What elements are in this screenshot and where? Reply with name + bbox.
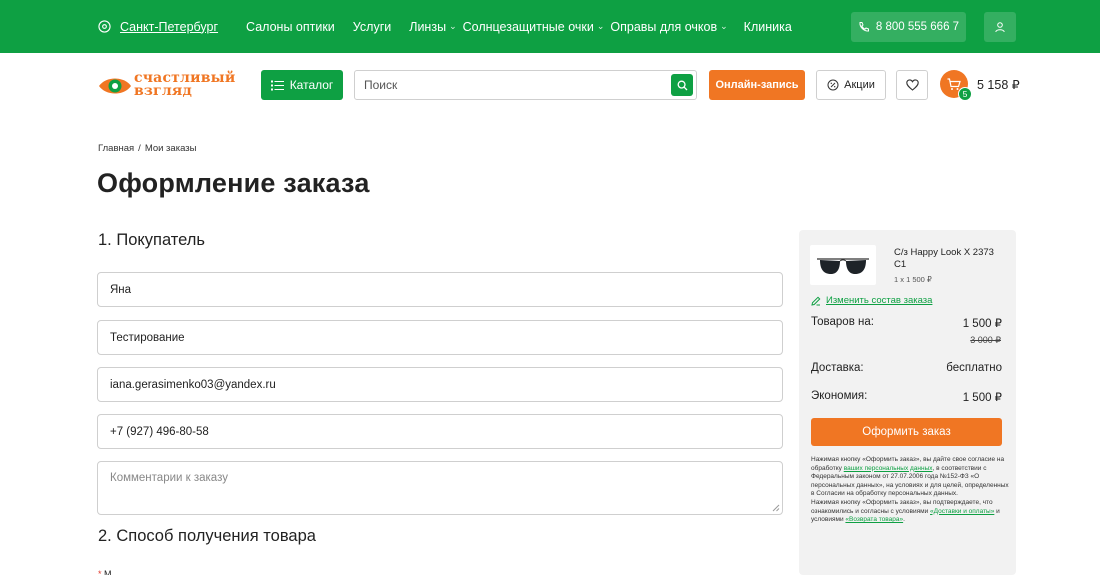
cart-total[interactable]: 5 158 ₽	[977, 77, 1020, 92]
nav-label: Услуги	[352, 19, 392, 34]
delivery-payment-link[interactable]: «Доставки и оплаты»	[930, 508, 994, 515]
place-order-button[interactable]: Оформить заказ	[811, 418, 1002, 446]
nav-item-salons[interactable]: Салоны оптики	[246, 20, 335, 34]
search-button[interactable]	[671, 74, 693, 96]
chevron-down-icon: ⌄	[449, 21, 457, 31]
online-booking-button[interactable]: Онлайн-запись	[709, 70, 805, 100]
search-icon	[677, 80, 687, 90]
order-summary-card: С/з Happy Look X 2373 C1 1 x 1 500 ₽ Изм…	[799, 230, 1016, 575]
promotions-button[interactable]: Акции	[816, 70, 886, 100]
nav-item-lenses[interactable]: Линзы ⌄	[409, 20, 456, 34]
resize-handle-icon[interactable]	[772, 504, 780, 512]
personal-data-link[interactable]: ваших персональных данных	[844, 465, 933, 472]
page-title: Оформление заказа	[97, 168, 370, 198]
last-name-input[interactable]	[110, 321, 770, 354]
promotions-label: Акции	[844, 79, 875, 91]
phone-number: 8 800 555 666 7	[875, 21, 960, 33]
email-input[interactable]	[110, 368, 770, 401]
logo-text-2: взгляд	[134, 83, 192, 99]
goods-label: Товаров на:	[811, 316, 874, 328]
required-marker: *	[98, 569, 102, 575]
nav-item-services[interactable]: Услуги	[353, 20, 391, 34]
goods-value: 1 500 ₽	[962, 318, 1002, 330]
breadcrumb-home[interactable]: Главная	[98, 143, 134, 154]
chevron-down-icon: ⌄	[596, 21, 605, 31]
city-name[interactable]: Санкт-Петербург	[120, 20, 218, 34]
product-thumbnail[interactable]	[810, 245, 876, 285]
last-name-field	[97, 320, 783, 355]
first-name-field	[97, 272, 783, 307]
delivery-label: Доставка:	[811, 362, 864, 374]
goods-old-price: 3 000 ₽	[970, 335, 1001, 345]
edit-order-label: Изменить состав заказа	[826, 295, 933, 306]
nav-label: Линзы	[409, 19, 447, 34]
logo[interactable]: счастливый взгляд	[98, 70, 244, 100]
savings-label: Экономия:	[811, 390, 868, 402]
legal-notice: Нажимая кнопку «Оформить заказ», вы дайт…	[811, 456, 1009, 525]
pencil-icon	[811, 296, 821, 306]
breadcrumb-current[interactable]: Мои заказы	[145, 143, 197, 154]
catalog-button[interactable]: Каталог	[261, 70, 343, 100]
account-button[interactable]	[984, 12, 1016, 42]
product-name[interactable]: С/з Happy Look X 2373 C1	[894, 247, 1004, 270]
nav-item-clinic[interactable]: Клиника	[744, 20, 792, 34]
comment-field	[97, 461, 783, 515]
product-qty-price: 1 x 1 500 ₽	[894, 275, 932, 284]
main-nav: Салоны оптики Услуги Линзы ⌄ Солнцезащитн…	[246, 20, 810, 34]
sunglasses-image	[817, 258, 869, 274]
buyer-heading: 1. Покупатель	[98, 231, 206, 249]
delivery-option-label: М	[104, 569, 112, 575]
nav-item-sunglasses[interactable]: Солнцезащитные очки ⌄	[463, 20, 605, 34]
search-input[interactable]	[364, 71, 664, 99]
phone-input[interactable]	[110, 415, 770, 448]
heart-icon	[905, 79, 919, 91]
phone-button[interactable]: 8 800 555 666 7	[851, 12, 966, 42]
phone-icon	[859, 22, 869, 32]
nav-item-frames[interactable]: Оправы для очков ⌄	[610, 20, 727, 34]
cart-button[interactable]: 5	[940, 70, 972, 101]
phone-field	[97, 414, 783, 449]
cart-count-badge: 5	[958, 87, 972, 101]
breadcrumb: Главная / Мои заказы	[98, 143, 196, 154]
nav-label: Салоны оптики	[246, 19, 335, 34]
edit-order-link[interactable]: Изменить состав заказа	[811, 295, 932, 306]
delivery-value: бесплатно	[946, 362, 1002, 374]
legal-text: .	[903, 516, 905, 524]
favorites-button[interactable]	[896, 70, 928, 100]
delivery-heading: 2. Способ получения товара	[98, 527, 316, 545]
nav-label: Клиника	[743, 19, 792, 34]
first-name-input[interactable]	[110, 273, 770, 306]
breadcrumb-separator: /	[138, 143, 141, 154]
delivery-first-option: * М	[98, 569, 112, 575]
savings-value: 1 500 ₽	[962, 392, 1002, 404]
comment-textarea[interactable]	[110, 472, 770, 512]
user-icon	[995, 22, 1005, 33]
returns-link[interactable]: «Возврата товара»	[845, 516, 903, 523]
search-box	[354, 70, 697, 100]
city-selector[interactable]: Санкт-Петербург	[98, 20, 218, 34]
chevron-down-icon: ⌄	[720, 21, 728, 31]
top-bar: Санкт-Петербург Салоны оптики Услуги Лин…	[0, 0, 1100, 53]
email-field	[97, 367, 783, 402]
nav-label: Солнцезащитные очки	[462, 19, 594, 34]
nav-label: Оправы для очков	[610, 19, 718, 34]
eye-logo-icon	[99, 78, 131, 94]
menu-icon	[270, 80, 284, 90]
location-pin-icon	[98, 20, 111, 33]
catalog-label: Каталог	[289, 78, 334, 92]
percent-badge-icon	[827, 79, 839, 91]
